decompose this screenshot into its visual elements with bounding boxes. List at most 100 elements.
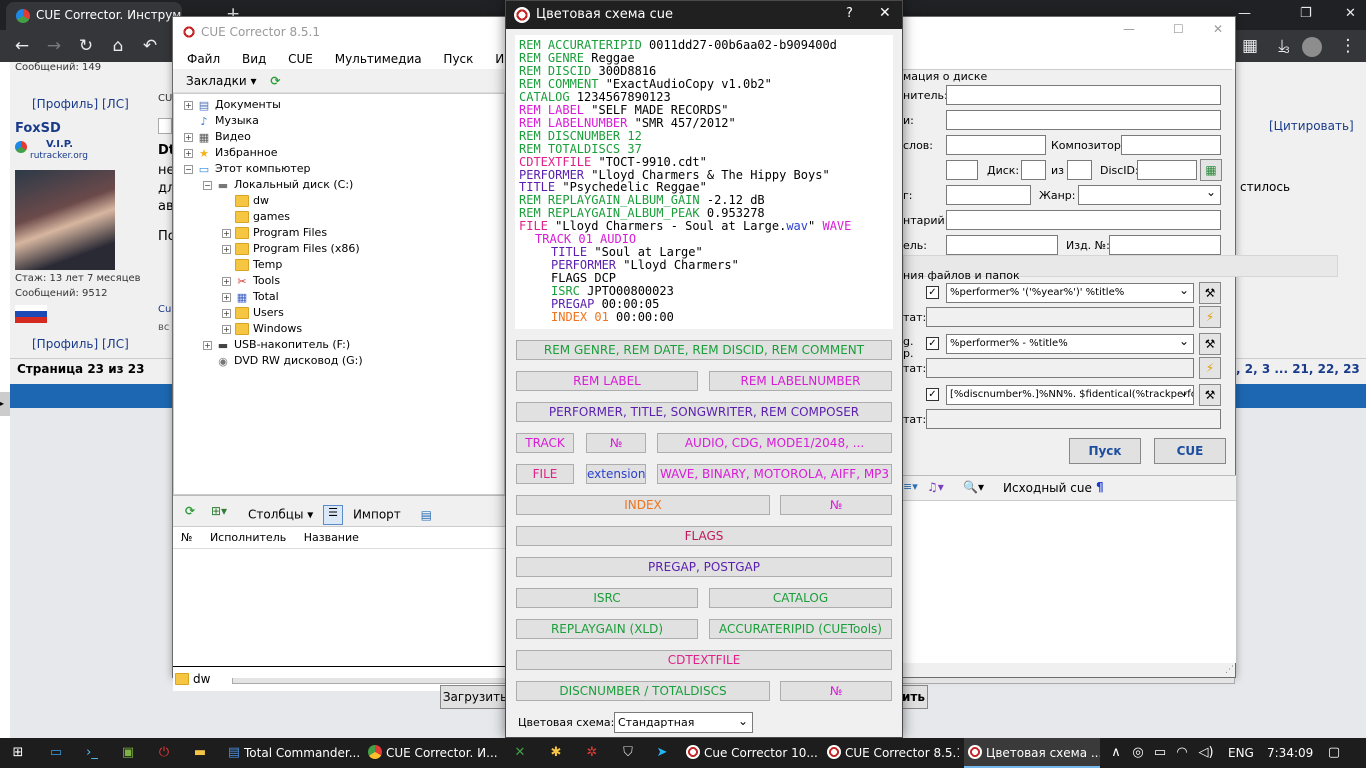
menu-kebab-icon[interactable]: ⋮ [1338, 36, 1358, 56]
file-type-button[interactable]: WAVE, BINARY, MOTOROLA, AIFF, MP3 [657, 464, 892, 484]
rem-label-button[interactable]: REM LABEL [516, 371, 698, 391]
menu-start[interactable]: Пуск [443, 52, 473, 66]
tree-node[interactable]: + ▤ Документы [184, 98, 281, 112]
pregap-button[interactable]: PREGAP, POSTGAP [516, 557, 892, 577]
add-files-icon[interactable]: ⊞▾ [211, 504, 227, 518]
browser-close-icon[interactable]: ✕ [1345, 6, 1356, 21]
tree-node[interactable]: games [222, 210, 290, 223]
side-expand-icon[interactable]: ▸ [0, 392, 10, 416]
pattern2-apply-icon[interactable]: ⚡ [1199, 357, 1221, 379]
import-button[interactable]: Импорт [353, 508, 401, 522]
browser-restore-icon[interactable]: ❐ [1300, 6, 1312, 21]
browser-tab[interactable]: CUE Corrector. Инструмен [6, 2, 182, 30]
second-minimize-icon[interactable]: — [1123, 22, 1135, 36]
songwriter-input[interactable] [946, 135, 1046, 155]
clock[interactable]: 7:34:09 [1267, 746, 1313, 760]
date-input[interactable] [946, 185, 1031, 205]
music-note-icon[interactable]: ♫▾ [927, 480, 944, 494]
taskbar-item-total-commander[interactable]: ▤ Total Commander... [222, 738, 360, 768]
catalog-button[interactable]: CATALOG [709, 588, 892, 608]
tree-node[interactable]: + ✂ Tools [222, 274, 280, 288]
tree-node[interactable]: + ▦ Видео [184, 130, 251, 144]
home-icon[interactable]: ⌂ [108, 36, 128, 56]
pattern3-select[interactable]: [%discnumber%.]%NN%. $fidentical(%trackp… [946, 385, 1194, 405]
collapse-icon[interactable]: − [203, 180, 212, 190]
back-arrow-icon[interactable]: ← [12, 36, 32, 56]
pm-link[interactable]: [ЛС] [102, 337, 129, 351]
expand-icon[interactable]: + [184, 100, 193, 110]
track-list[interactable] [173, 549, 505, 667]
expand-icon[interactable]: + [222, 292, 231, 302]
list-view-icon[interactable]: ☰ [323, 505, 344, 525]
tree-node[interactable]: − ▭ Этот компьютер [184, 162, 311, 176]
cdtextfile-button[interactable]: CDTEXTFILE [516, 650, 892, 670]
tree-node[interactable]: Temp [222, 258, 282, 271]
color-scheme-select[interactable]: Стандартная ⌄ [614, 712, 753, 733]
genre-select[interactable] [1078, 185, 1221, 205]
utility-icon[interactable]: ▣ [120, 745, 136, 761]
second-maximize-icon[interactable]: ☐ [1173, 22, 1184, 36]
disc-number-button[interactable]: № [780, 681, 892, 701]
start-button[interactable]: Пуск [1069, 438, 1141, 464]
index-button[interactable]: INDEX [516, 495, 770, 515]
tree-node[interactable]: + Users [222, 306, 284, 319]
expand-icon[interactable]: + [222, 244, 231, 254]
network-icon[interactable]: ▭ [1152, 745, 1168, 761]
import-file-icon[interactable]: ▤ [421, 508, 432, 522]
profile-link[interactable]: [Профиль] [32, 337, 98, 351]
cue-button[interactable]: CUE [1154, 438, 1226, 464]
refresh-list-icon[interactable]: ⟳ [185, 504, 195, 518]
explorer-icon[interactable]: ▬ [192, 745, 208, 761]
album-input[interactable] [946, 110, 1221, 130]
reload-icon[interactable]: ↻ [76, 36, 96, 56]
profile-link-top[interactable]: [Профиль] [32, 97, 98, 111]
track-button[interactable]: TRACK [516, 433, 574, 453]
load-button[interactable]: Загрузить [440, 685, 510, 709]
calculator-icon[interactable]: ▦ [1200, 159, 1222, 181]
pilcrow-icon[interactable]: ¶ [1096, 480, 1104, 494]
wifi-icon[interactable]: ◠ [1174, 745, 1190, 761]
bug-icon[interactable]: ✲ [584, 745, 600, 761]
pattern1-checkbox[interactable]: ✓ [926, 286, 939, 299]
label-input[interactable] [946, 235, 1058, 255]
tree-node[interactable]: − ▬ Локальный диск (C:) [203, 178, 353, 192]
menu-multimedia[interactable]: Мультимедиа [335, 52, 422, 66]
isrc-button[interactable]: ISRC [516, 588, 698, 608]
menu-view[interactable]: Вид [242, 52, 266, 66]
tray-ring-icon[interactable]: ◎ [1130, 745, 1146, 761]
tree-node[interactable]: + Windows [222, 322, 302, 335]
accurateripid-button[interactable]: ACCURATERIPID (CUETools) [709, 619, 892, 639]
menu-cue[interactable]: CUE [288, 52, 313, 66]
pm-link-top[interactable]: [ЛС] [102, 97, 129, 111]
pattern1-apply-icon[interactable]: ⚡ [1199, 306, 1221, 328]
pattern2-tools-icon[interactable]: ⚒ [1199, 333, 1221, 355]
expand-icon[interactable]: + [203, 340, 212, 350]
tree-node[interactable]: + Program Files [222, 226, 327, 239]
telegram-icon[interactable]: ➤ [654, 745, 670, 761]
forward-arrow-icon[interactable]: → [44, 36, 64, 56]
excel-icon[interactable]: ✕ [512, 745, 528, 761]
cue-editor[interactable] [902, 501, 1236, 663]
performer-title-button[interactable]: PERFORMER, TITLE, SONGWRITER, REM COMPOS… [516, 402, 892, 422]
col-number[interactable]: № [181, 531, 192, 544]
expand-icon[interactable]: + [222, 228, 231, 238]
windows-start-icon[interactable]: ⊞ [10, 745, 26, 761]
search-icon[interactable]: 🔍▾ [963, 480, 984, 494]
source-cue-button[interactable]: Исходный cue [1003, 481, 1092, 495]
comment-input[interactable] [946, 210, 1221, 230]
quote-link[interactable]: [Цитировать] [1269, 119, 1354, 133]
expand-icon[interactable]: + [184, 148, 193, 158]
rem-genre-button[interactable]: REM GENRE, REM DATE, REM DISCID, REM COM… [516, 340, 892, 360]
expand-icon[interactable]: + [184, 132, 193, 142]
disc-input[interactable] [1021, 160, 1046, 180]
menu-file[interactable]: Файл [187, 52, 220, 66]
expand-icon[interactable]: + [222, 276, 231, 286]
replaygain-button[interactable]: REPLAYGAIN (XLD) [516, 619, 698, 639]
expand-icon[interactable]: + [222, 324, 231, 334]
apply-button[interactable]: ить [902, 685, 928, 709]
extension-button[interactable]: extension [586, 464, 646, 484]
tree-node[interactable]: + ▦ Total [222, 290, 279, 304]
language-indicator[interactable]: ENG [1228, 746, 1254, 760]
track-type-button[interactable]: AUDIO, CDG, MODE1/2048, ... [657, 433, 892, 453]
extensions-grid-icon[interactable]: ▦ [1240, 36, 1260, 56]
